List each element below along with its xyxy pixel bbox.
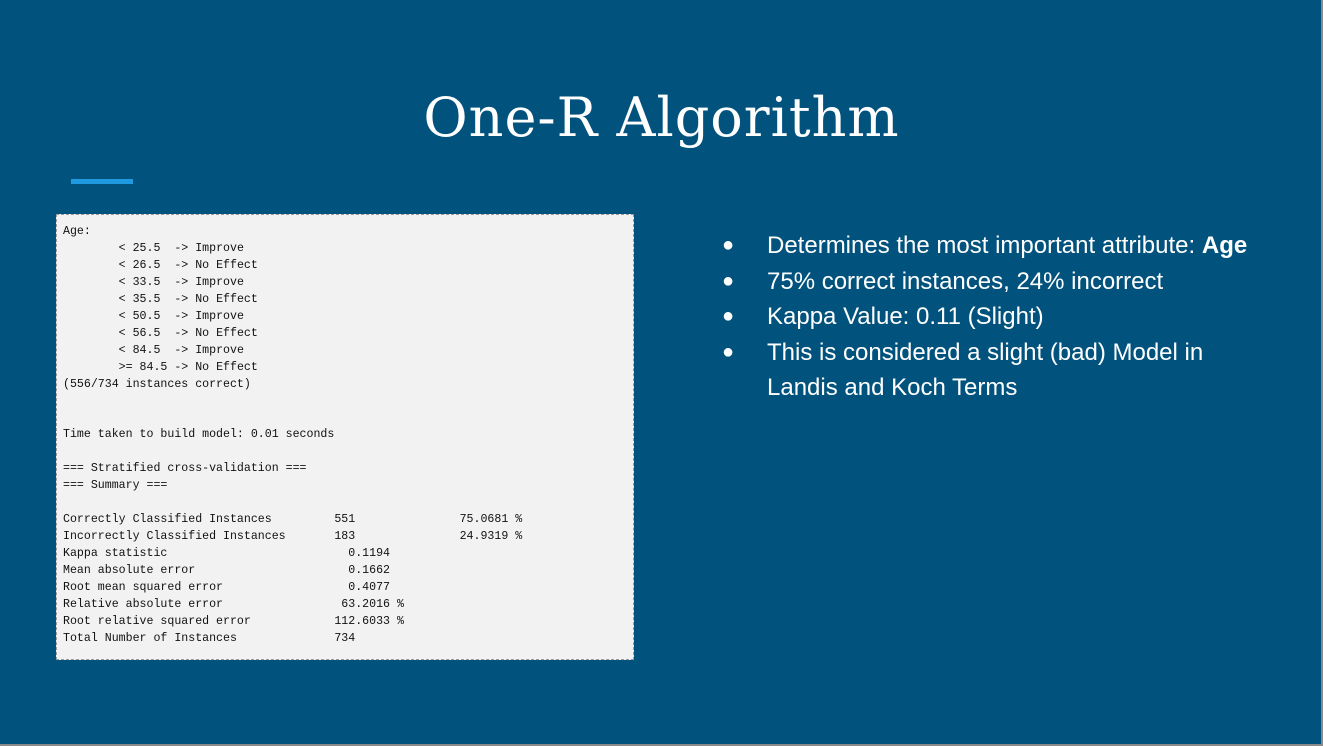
output-line: Root mean squared error 0.4077 xyxy=(63,581,390,595)
output-line: Relative absolute error 63.2016 % xyxy=(63,597,404,611)
output-line: >= 84.5 -> No Effect xyxy=(63,360,258,374)
weka-output-panel: Age: < 25.5 -> Improve < 26.5 -> No Effe… xyxy=(56,214,634,660)
title-accent-bar xyxy=(71,179,133,184)
bullet-item: ● Determines the most important attribute… xyxy=(722,228,1262,264)
bullet-text: 75% correct instances, 24% incorrect xyxy=(767,267,1164,295)
bullet-text: Kappa Value: 0.11 (Slight) xyxy=(767,303,1044,330)
output-line: === Summary === xyxy=(63,479,168,493)
bullet-list: ● Determines the most important attribute… xyxy=(722,228,1262,406)
output-line: Incorrectly Classified Instances 183 24.… xyxy=(63,530,523,544)
bullet-item: ● 75% correct instances, 24% incorrect xyxy=(722,264,1262,300)
output-line: Mean absolute error 0.1662 xyxy=(63,564,390,578)
bullet-dot-icon: ● xyxy=(722,234,735,256)
bullet-bold-text: Age xyxy=(1201,232,1248,259)
weka-output-text: Age: < 25.5 -> Improve < 26.5 -> No Effe… xyxy=(57,215,633,648)
output-line: < 26.5 -> No Effect xyxy=(63,258,258,272)
bullet-dot-icon: ● xyxy=(722,340,735,363)
output-line: Correctly Classified Instances 551 75.06… xyxy=(63,513,523,527)
output-line: Root relative squared error 112.6033 % xyxy=(63,614,404,628)
output-line: < 56.5 -> No Effect xyxy=(63,326,258,340)
output-line: < 25.5 -> Improve xyxy=(63,241,244,255)
output-line: < 50.5 -> Improve xyxy=(63,309,244,323)
slide: One-R Algorithm Age: < 25.5 -> Improve <… xyxy=(0,0,1323,746)
output-line: (556/734 instances correct) xyxy=(63,377,251,391)
bullet-dot-icon: ● xyxy=(722,269,735,292)
output-line: < 35.5 -> No Effect xyxy=(63,292,258,306)
bullet-text: Determines the most important attribute: xyxy=(767,232,1202,259)
output-line: Time taken to build model: 0.01 seconds xyxy=(63,428,335,442)
output-line: === Stratified cross-validation === xyxy=(63,462,307,476)
output-line: < 33.5 -> Improve xyxy=(63,275,244,289)
output-line: Total Number of Instances 734 xyxy=(63,631,356,645)
slide-title: One-R Algorithm xyxy=(423,86,900,149)
output-line: < 84.5 -> Improve xyxy=(63,343,244,357)
bullet-text: This is considered a slight (bad) Model … xyxy=(767,338,1204,402)
bullet-item: ● Kappa Value: 0.11 (Slight) xyxy=(722,299,1262,335)
output-line: Age: xyxy=(63,225,91,238)
bullet-dot-icon: ● xyxy=(722,305,735,327)
output-line: Kappa statistic 0.1194 xyxy=(63,547,390,561)
bullet-item: ● This is considered a slight (bad) Model… xyxy=(722,335,1262,406)
